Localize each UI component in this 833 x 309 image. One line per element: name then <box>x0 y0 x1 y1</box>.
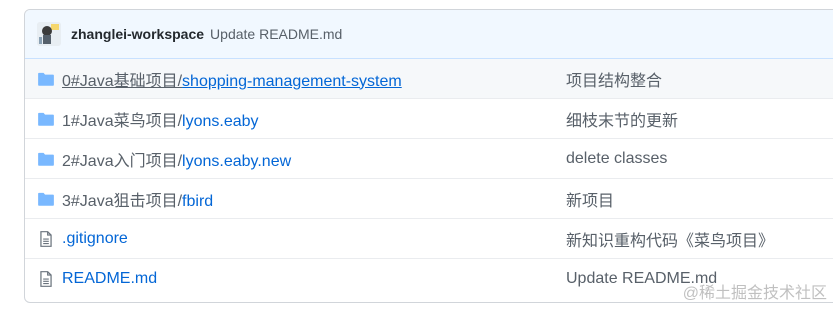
row-link[interactable]: fbird <box>182 193 213 210</box>
folder-icon <box>38 112 54 126</box>
file-icon <box>40 271 52 287</box>
watermark: @稀土掘金技术社区 <box>683 279 827 303</box>
watermark-text: @稀土掘金技术社区 <box>682 285 827 302</box>
row-commit-message[interactable]: 新项目 <box>566 187 614 211</box>
latest-commit-bar: zhanglei-workspace Update README.md <box>25 10 833 59</box>
folder-icon <box>38 72 54 86</box>
commit-author[interactable]: zhanglei-workspace <box>71 26 204 42</box>
folder-icon <box>38 152 54 166</box>
avatar[interactable] <box>37 22 61 46</box>
row-name[interactable]: 1#Java菜鸟项目/lyons.eaby <box>62 107 259 131</box>
row-link[interactable]: README.md <box>62 270 157 287</box>
row-name[interactable]: README.md <box>62 270 157 288</box>
row-link[interactable]: lyons.eaby.new <box>182 153 291 170</box>
row-link[interactable]: lyons.eaby <box>182 113 259 130</box>
row-name[interactable]: .gitignore <box>62 230 128 248</box>
row-link[interactable]: .gitignore <box>62 230 128 247</box>
row-name[interactable]: 3#Java狙击项目/fbird <box>62 187 213 211</box>
row-path-prefix[interactable]: 2#Java入门项目/ <box>62 153 182 170</box>
row-commit-message[interactable]: 新知识重构代码《菜鸟项目》 <box>566 227 774 251</box>
row-path-prefix[interactable]: 1#Java菜鸟项目/ <box>62 113 182 130</box>
commit-message[interactable]: Update README.md <box>210 26 342 42</box>
row-link[interactable]: shopping-management-system <box>182 73 402 90</box>
row-path-prefix[interactable]: 0#Java基础项目/ <box>62 73 182 90</box>
table-row[interactable]: 3#Java狙击项目/fbird 新项目 <box>25 178 833 218</box>
table-row[interactable]: 2#Java入门项目/lyons.eaby.new delete classes <box>25 138 833 178</box>
row-commit-message[interactable]: 项目结构整合 <box>566 67 662 91</box>
row-path-prefix[interactable]: 3#Java狙击项目/ <box>62 193 182 210</box>
folder-icon <box>38 192 54 206</box>
row-commit-message[interactable]: delete classes <box>566 150 667 168</box>
table-row[interactable]: 1#Java菜鸟项目/lyons.eaby 细枝末节的更新 <box>25 98 833 138</box>
table-row[interactable]: .gitignore 新知识重构代码《菜鸟项目》 <box>25 218 833 258</box>
file-icon <box>40 231 52 247</box>
row-name[interactable]: 2#Java入门项目/lyons.eaby.new <box>62 147 291 171</box>
file-list: zhanglei-workspace Update README.md 0#Ja… <box>24 9 833 303</box>
table-row[interactable]: 0#Java基础项目/shopping-management-system 项目结… <box>25 59 833 98</box>
row-commit-message[interactable]: 细枝末节的更新 <box>566 107 678 131</box>
row-name[interactable]: 0#Java基础项目/shopping-management-system <box>62 67 402 91</box>
